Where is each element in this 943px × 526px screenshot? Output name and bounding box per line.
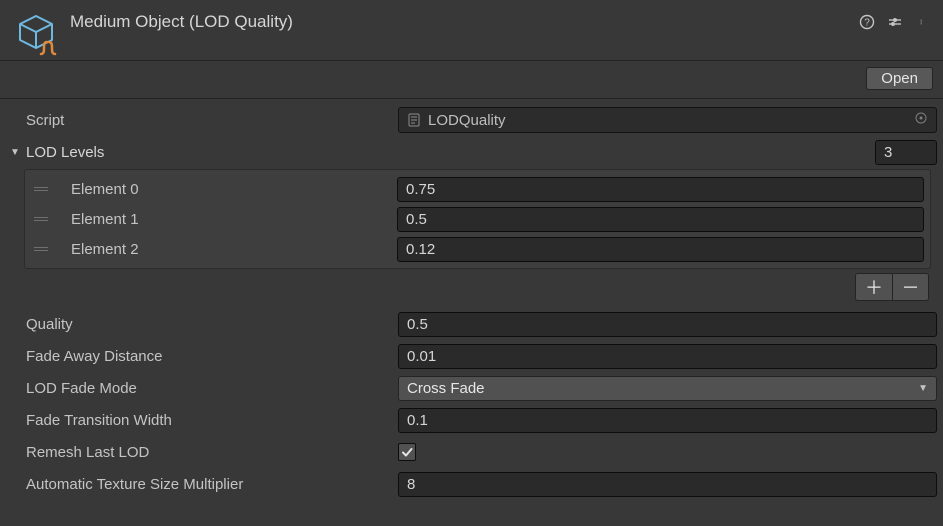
remesh-last-lod-checkbox[interactable] [398, 443, 416, 461]
remesh-last-lod-label: Remesh Last LOD [6, 444, 398, 461]
script-row: Script LODQuality [6, 105, 937, 135]
presets-icon[interactable] [885, 12, 905, 32]
element-label: Element 1 [59, 211, 397, 228]
open-button[interactable]: Open [866, 67, 933, 90]
lod-fade-mode-value: Cross Fade [407, 380, 485, 397]
script-reference-value: LODQuality [428, 112, 506, 129]
kebab-menu-icon[interactable] [913, 12, 933, 32]
array-add-button[interactable]: ＋ [856, 274, 892, 300]
auto-tex-size-mult-label: Automatic Texture Size Multiplier [6, 476, 398, 493]
fade-transition-width-input[interactable] [398, 408, 937, 433]
drag-handle-icon[interactable] [31, 217, 59, 221]
drag-handle-icon[interactable] [31, 247, 59, 251]
fade-away-distance-input[interactable] [398, 344, 937, 369]
chevron-down-icon: ▼ [918, 383, 928, 394]
inspector-panel: Medium Object (LOD Quality) ? Open [0, 0, 943, 526]
array-size-controls: ＋ － [6, 273, 929, 301]
drag-handle-icon[interactable] [31, 187, 59, 191]
list-item: Element 1 [31, 204, 924, 234]
fade-away-distance-label: Fade Away Distance [6, 348, 398, 365]
element-1-input[interactable] [397, 207, 924, 232]
list-item: Element 0 [31, 174, 924, 204]
script-reference-field[interactable]: LODQuality [398, 107, 937, 133]
lod-levels-array: Element 0 Element 1 Element 2 [24, 169, 931, 269]
header-tools: ? [857, 12, 933, 32]
element-label: Element 0 [59, 181, 397, 198]
fade-transition-width-label: Fade Transition Width [6, 412, 398, 429]
object-picker-icon[interactable] [914, 111, 928, 129]
lod-fade-mode-dropdown[interactable]: Cross Fade ▼ [398, 376, 937, 401]
script-label: Script [6, 112, 398, 129]
svg-text:?: ? [864, 18, 870, 29]
script-doc-icon [407, 113, 422, 128]
lod-levels-count-input[interactable] [875, 140, 937, 165]
auto-tex-size-mult-input[interactable] [398, 472, 937, 497]
lod-levels-foldout[interactable]: ▼ LOD Levels [6, 137, 937, 167]
component-header: Medium Object (LOD Quality) ? [0, 0, 943, 61]
foldout-caret-icon: ▼ [10, 147, 24, 158]
array-remove-button[interactable]: － [892, 274, 928, 300]
quality-input[interactable] [398, 312, 937, 337]
list-item: Element 2 [31, 234, 924, 264]
scriptable-object-icon [14, 12, 58, 56]
help-icon[interactable]: ? [857, 12, 877, 32]
element-0-input[interactable] [397, 177, 924, 202]
lod-fade-mode-label: LOD Fade Mode [6, 380, 398, 397]
quality-label: Quality [6, 316, 398, 333]
lod-levels-label: LOD Levels [26, 144, 104, 161]
open-row: Open [0, 61, 943, 99]
element-2-input[interactable] [397, 237, 924, 262]
component-title: Medium Object (LOD Quality) [70, 10, 857, 32]
element-label: Element 2 [59, 241, 397, 258]
